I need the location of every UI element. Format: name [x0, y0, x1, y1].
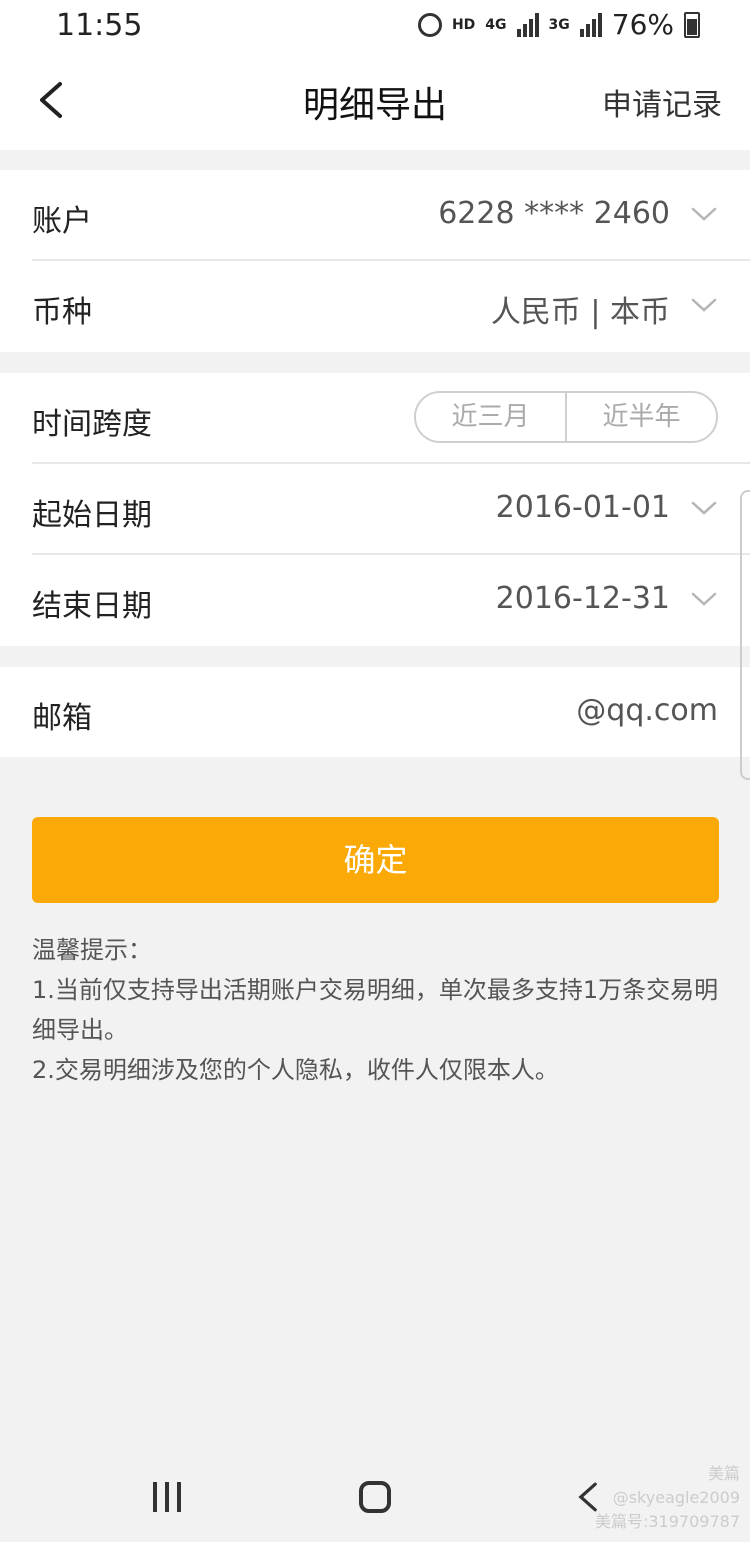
battery-icon	[684, 11, 700, 38]
home-button[interactable]	[345, 1472, 405, 1522]
date-card: 时间跨度 近三月 近半年 起始日期 2016-01-01 结束日期 2016-1…	[0, 373, 750, 646]
end-date-value: 2016-12-31	[495, 581, 670, 616]
watermark-line-3: 美篇号:319709787	[594, 1512, 740, 1531]
email-row[interactable]: 邮箱 @qq.com	[0, 667, 750, 758]
alarm-icon	[417, 12, 442, 37]
chevron-down-icon	[690, 200, 718, 228]
watermark: 美篇 @skyeagle2009 美篇号:319709787	[595, 1462, 740, 1534]
recent-apps-icon	[153, 1482, 181, 1512]
currency-row[interactable]: 币种 人民币 | 本币	[0, 261, 750, 352]
currency-value: 人民币 | 本币	[490, 295, 670, 330]
apply-records-link[interactable]: 申请记录	[602, 80, 722, 124]
chevron-down-icon	[690, 494, 718, 522]
tips-line-1: 1.当前仅支持导出活期账户交易明细，单次最多支持1万条交易明细导出。	[32, 976, 719, 1044]
option-three-months[interactable]: 近三月	[416, 393, 565, 441]
start-date-row[interactable]: 起始日期 2016-01-01	[0, 464, 750, 555]
account-label: 账户	[32, 204, 92, 239]
hd-indicator: HD	[451, 16, 476, 33]
tips-title: 温馨提示：	[32, 936, 152, 964]
option-half-year[interactable]: 近半年	[565, 393, 716, 441]
recent-apps-button[interactable]	[137, 1472, 197, 1522]
start-date-value: 2016-01-01	[495, 490, 670, 525]
network-3g-indicator: 3G	[548, 16, 570, 33]
chevron-down-icon	[690, 585, 718, 613]
battery-percent: 76%	[611, 8, 674, 41]
scroll-indicator	[740, 490, 750, 780]
time-span-row: 时间跨度 近三月 近半年	[0, 373, 750, 464]
email-label: 邮箱	[32, 701, 92, 736]
system-nav-bar: 美篇 @skyeagle2009 美篇号:319709787	[0, 1442, 750, 1542]
end-date-label: 结束日期	[32, 589, 152, 624]
currency-label: 币种	[32, 295, 92, 330]
tips-line-2: 2.交易明细涉及您的个人隐私，收件人仅限本人。	[32, 1056, 559, 1084]
watermark-line-1: 美篇	[707, 1464, 740, 1483]
email-field[interactable]: @qq.com	[576, 693, 718, 728]
tips-section: 温馨提示： 1.当前仅支持导出活期账户交易明细，单次最多支持1万条交易明细导出。…	[32, 930, 722, 1090]
start-date-label: 起始日期	[32, 498, 152, 533]
watermark-line-2: @skyeagle2009	[612, 1488, 740, 1507]
status-icons: HD 4G 3G 76%	[417, 8, 700, 41]
home-icon	[359, 1481, 391, 1513]
confirm-button[interactable]: 确定	[32, 817, 719, 903]
signal-icon-2	[579, 12, 602, 37]
account-value: 6228 **** 2460	[438, 196, 670, 231]
network-4g-indicator: 4G	[485, 16, 507, 33]
end-date-row[interactable]: 结束日期 2016-12-31	[0, 555, 750, 646]
time-span-segmented-control: 近三月 近半年	[414, 391, 718, 443]
email-card: 邮箱 @qq.com	[0, 667, 750, 757]
time-span-label: 时间跨度	[32, 407, 152, 442]
account-row[interactable]: 账户 6228 **** 2460	[0, 170, 750, 261]
signal-icon	[516, 12, 539, 37]
account-card: 账户 6228 **** 2460 币种 人民币 | 本币	[0, 170, 750, 352]
status-bar: 11:55 HD 4G 3G 76%	[0, 0, 750, 52]
nav-bar: 明细导出 申请记录	[0, 52, 750, 150]
status-time: 11:55	[56, 8, 143, 43]
chevron-down-icon	[690, 291, 718, 319]
